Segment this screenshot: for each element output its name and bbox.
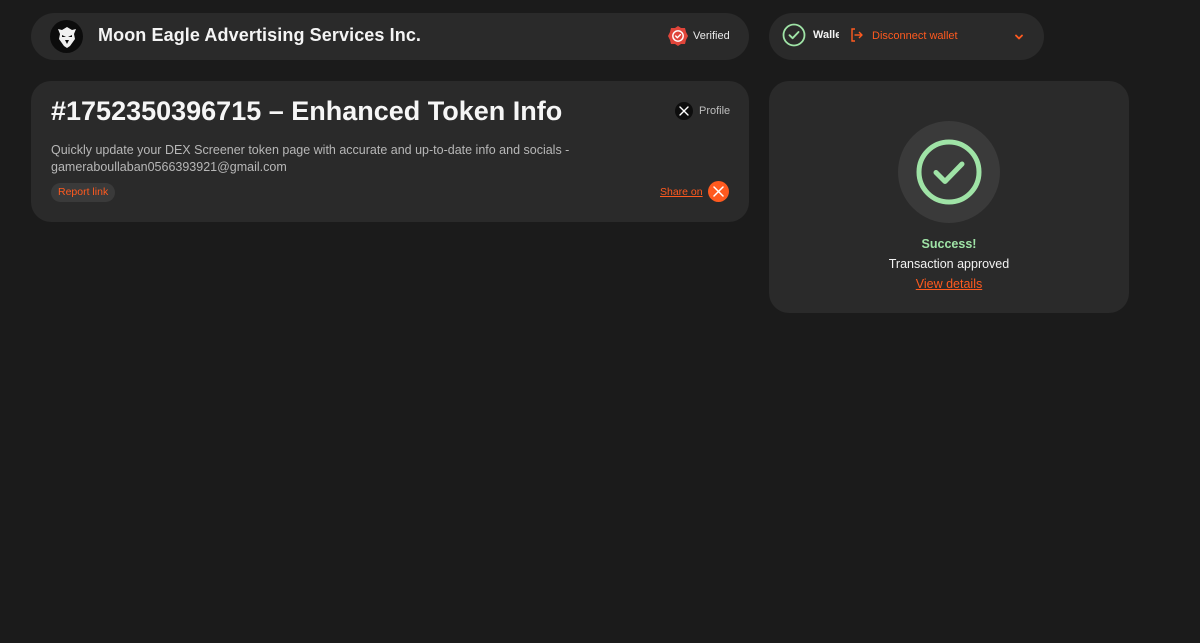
company-header: Moon Eagle Advertising Services Inc. Ver… <box>31 13 749 60</box>
report-link-button[interactable]: Report link <box>51 183 116 202</box>
eagle-logo-icon <box>50 20 83 53</box>
verified-label: Verified <box>693 30 730 42</box>
verified-badge-icon <box>667 25 689 47</box>
profile-label: Profile <box>699 105 731 117</box>
disconnect-wallet-button[interactable]: Disconnect wallet <box>872 30 958 42</box>
profile-link[interactable]: Profile <box>675 102 730 120</box>
x-logo-icon <box>675 102 693 120</box>
x-logo-icon[interactable] <box>708 181 729 202</box>
view-details-row: View details <box>769 277 1129 291</box>
logout-icon[interactable] <box>849 27 865 43</box>
wallet-label: Wallet <box>813 29 839 41</box>
success-title: Success! <box>921 237 977 251</box>
share-on-x-link[interactable]: Share on <box>660 186 703 198</box>
token-description: Quickly update your DEX Screener token p… <box>51 143 570 174</box>
success-subtitle: Transaction approved <box>888 257 1010 271</box>
check-circle-icon <box>898 121 1000 223</box>
company-name: Moon Eagle Advertising Services Inc. <box>98 25 422 45</box>
page-title: #1752350396715 – Enhanced Token Info <box>51 96 563 126</box>
success-card: Success! Transaction approved View detai… <box>769 81 1129 313</box>
view-details-link[interactable]: View details <box>916 277 982 291</box>
wallet-panel[interactable]: Wallet Disconnect wallet <box>769 13 1044 60</box>
token-info-card: #1752350396715 – Enhanced Token Info Pro… <box>31 81 749 222</box>
check-circle-icon <box>782 23 806 47</box>
chevron-down-icon[interactable] <box>1013 30 1025 42</box>
